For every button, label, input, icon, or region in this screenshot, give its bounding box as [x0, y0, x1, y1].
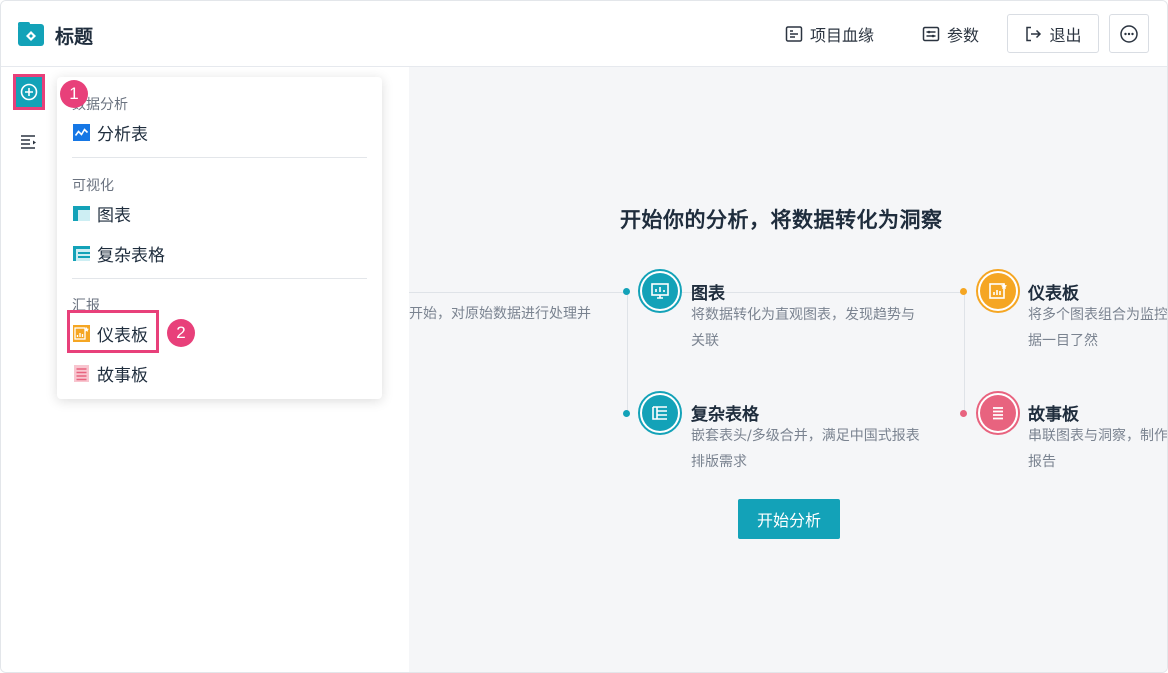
desc-line: 将多个图表组合为监控 [1028, 307, 1168, 323]
dashboard-feature-title: 仪表板 [1028, 284, 1079, 304]
list-outline-icon[interactable] [19, 132, 39, 152]
menu-divider [72, 157, 367, 158]
storyboard-icon [74, 364, 89, 382]
start-analysis-button[interactable]: 开始分析 [738, 499, 840, 539]
params-label: 参数 [947, 26, 980, 45]
analysis-table-description: 开始，对原始数据进行处理并 [409, 306, 591, 322]
menu-item-storyboard[interactable]: 故事板 [73, 360, 148, 386]
table-icon [652, 406, 667, 420]
lineage-icon [785, 26, 803, 42]
chart-feature-title: 图表 [691, 284, 725, 304]
document-icon [993, 407, 1003, 420]
app-logo-icon [18, 22, 44, 46]
connector-line [627, 292, 628, 414]
desc-line: 排版需求 [691, 454, 747, 470]
menu-item-complex-table[interactable]: 复杂表格 [73, 240, 165, 266]
storyboard-feature-desc: 串联图表与洞察，制作 报告 [1028, 423, 1168, 475]
step-badge-1: 1 [60, 80, 88, 108]
connector-dot [960, 288, 967, 295]
params-button[interactable]: 参数 [922, 20, 979, 48]
menu-item-label: 复杂表格 [97, 245, 165, 266]
storyboard-feature-title: 故事板 [1028, 405, 1079, 425]
menu-item-label: 故事板 [97, 365, 148, 386]
project-lineage-button[interactable]: 项目血缘 [785, 20, 874, 48]
menu-item-chart[interactable]: 图表 [73, 200, 131, 226]
exit-button[interactable]: 退出 [1007, 14, 1099, 53]
hero-title: 开始你的分析，将数据转化为洞察 [620, 208, 943, 232]
chart-feature-desc: 将数据转化为直观图表，发现趋势与 关联 [691, 302, 915, 354]
chart-feature-icon [638, 269, 682, 313]
connector-line [964, 292, 965, 414]
menu-group-visualization: 可视化 [72, 178, 114, 194]
menu-divider [72, 278, 367, 279]
dashboard-highlight-box [67, 310, 159, 353]
desc-line: 报告 [1028, 454, 1056, 470]
menu-item-label: 图表 [97, 205, 131, 226]
chart-table-icon [73, 205, 90, 221]
desc-line: 串联图表与洞察，制作 [1028, 428, 1168, 444]
desc-line: 嵌套表头/多级合并，满足中国式报表 [691, 428, 920, 444]
page-title: 标题 [55, 26, 94, 48]
menu-item-label: 分析表 [97, 124, 148, 145]
complex-table-feature-icon [638, 391, 682, 435]
dashboard-feature-desc: 将多个图表组合为监控 据一目了然 [1028, 302, 1168, 354]
desc-line: 关联 [691, 333, 719, 349]
connector-dot [960, 410, 967, 417]
step-badge-2: 2 [167, 319, 195, 347]
top-header: 标题 项目血缘 参数 退出 [1, 1, 1167, 67]
complex-table-feature-title: 复杂表格 [691, 405, 759, 425]
dashboard-icon [989, 283, 1007, 299]
connector-dot [623, 410, 630, 417]
connector-dot [623, 288, 630, 295]
app-window: 标题 项目血缘 参数 退出 开始，对原始数据进行处理并 开始你的分析，将数据转化… [0, 0, 1168, 673]
project-lineage-label: 项目血缘 [810, 26, 875, 45]
more-options-button[interactable] [1109, 14, 1149, 53]
complex-table-icon [73, 245, 90, 261]
plus-circle-icon [20, 83, 38, 101]
presentation-icon [651, 283, 669, 299]
complex-table-feature-desc: 嵌套表头/多级合并，满足中国式报表 排版需求 [691, 423, 920, 475]
line-chart-icon [73, 123, 90, 141]
desc-line: 据一目了然 [1028, 333, 1098, 349]
desc-line: 将数据转化为直观图表，发现趋势与 [691, 307, 915, 323]
add-new-button[interactable] [13, 74, 45, 110]
main-canvas [409, 67, 1167, 672]
storyboard-feature-icon [976, 391, 1020, 435]
dashboard-feature-icon [976, 269, 1020, 313]
connector-line [409, 292, 627, 293]
exit-label: 退出 [1049, 25, 1082, 45]
more-icon [1120, 24, 1138, 43]
menu-item-analysis-table[interactable]: 分析表 [73, 119, 148, 145]
logout-icon [1026, 26, 1042, 41]
params-icon [922, 26, 940, 42]
